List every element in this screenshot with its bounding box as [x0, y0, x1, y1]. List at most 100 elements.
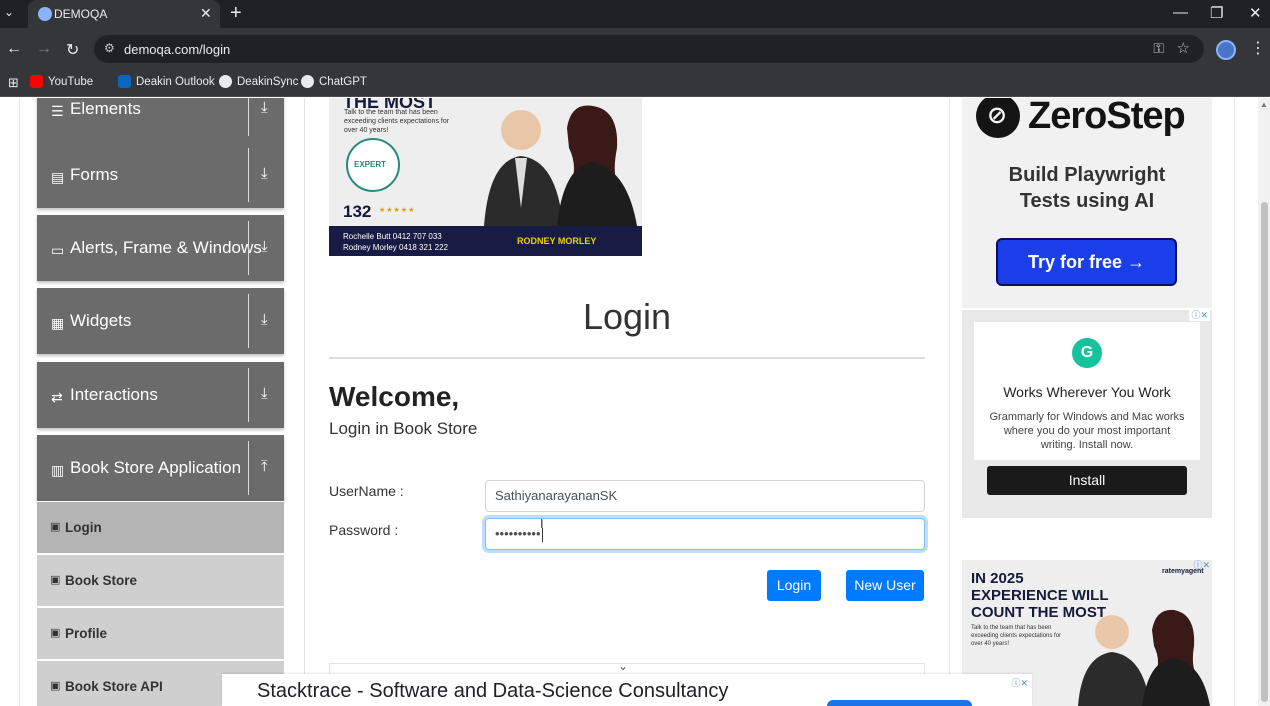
- agents-photo: [1078, 609, 1210, 706]
- browser-tab-strip: ⌄ DEMOQA ✕ + — ❐ ✕: [0, 0, 1270, 28]
- close-tab-icon[interactable]: ✕: [200, 5, 212, 22]
- chevron-down-icon[interactable]: ⌄: [618, 659, 628, 673]
- list-bullet-icon: ▣: [50, 680, 61, 692]
- back-icon[interactable]: ←: [6, 40, 22, 58]
- login-button[interactable]: Login: [767, 570, 821, 601]
- reload-icon[interactable]: ↻: [66, 40, 79, 60]
- restore-icon[interactable]: ❐: [1210, 4, 1223, 22]
- expand-icon[interactable]: ⤓: [261, 385, 268, 402]
- bookmark-label: ChatGPT: [319, 75, 367, 88]
- bookmark-star-icon[interactable]: ☆: [1177, 39, 1190, 57]
- minimize-icon[interactable]: —: [1173, 4, 1188, 21]
- divider: [248, 148, 249, 202]
- password-label: Password :: [329, 522, 399, 538]
- sidebar-group-elements[interactable]: ☰ Elements ⤓: [37, 98, 284, 142]
- close-window-icon[interactable]: ✕: [1249, 4, 1262, 22]
- menu-icon: ☰: [51, 103, 64, 119]
- sidebar-group-widgets[interactable]: ▦ Widgets ⤓: [37, 288, 284, 354]
- zerostep-ad[interactable]: ⊘ ZeroStep Build Playwright Tests using A…: [962, 98, 1212, 308]
- page-scrollbar[interactable]: ▲: [1258, 98, 1270, 706]
- bookmark-chatgpt[interactable]: ChatGPT: [301, 75, 367, 88]
- list-bullet-icon: ▣: [50, 627, 61, 639]
- ad-choices-close-icon[interactable]: ⓘ✕: [1189, 308, 1210, 321]
- site-info-icon[interactable]: ⚙: [104, 41, 118, 55]
- realestate-ad[interactable]: THE MOST Talk to the team that has been …: [329, 98, 642, 256]
- swap-icon: ⇄: [51, 389, 63, 405]
- tagline-line: Build Playwright: [1008, 164, 1166, 186]
- youtube-icon: [30, 75, 43, 88]
- expand-icon[interactable]: ⤓: [261, 99, 268, 116]
- expand-icon[interactable]: ⤓: [261, 165, 268, 182]
- sidebar-group-alerts[interactable]: ▭ Alerts, Frame & Windows ⤓: [37, 215, 284, 281]
- stars-icon: ★★★★★: [379, 207, 416, 214]
- zerostep-logo-icon: ⊘: [976, 98, 1020, 138]
- sidebar-item-login[interactable]: ▣ Login: [37, 501, 284, 553]
- sidebar-group-book-store[interactable]: ▥ Book Store Application ⤒: [37, 435, 284, 501]
- zerostep-tagline: Build Playwright Tests using AI: [962, 162, 1212, 214]
- agents-photo: [484, 105, 637, 226]
- banner-button[interactable]: [827, 700, 972, 706]
- new-user-button[interactable]: New User: [846, 570, 924, 601]
- forward-icon[interactable]: →: [36, 40, 52, 58]
- browser-toolbar: ← → ↻ ⚙ demoqa.com/login ⚿ ☆: [0, 28, 1270, 70]
- divider: [248, 221, 249, 275]
- contact-line: Rochelle Butt 0412 707 033: [343, 232, 442, 241]
- password-input[interactable]: ••••••••••: [485, 518, 925, 550]
- scrollbar-thumb[interactable]: [1261, 202, 1268, 702]
- browser-tab[interactable]: DEMOQA ✕: [28, 0, 220, 28]
- address-bar[interactable]: ⚙ demoqa.com/login ⚿ ☆: [94, 35, 1204, 63]
- expand-icon[interactable]: ⤓: [261, 311, 268, 328]
- group-label: Elements: [70, 99, 141, 118]
- site-favicon-icon: [38, 7, 52, 21]
- grammarly-ad[interactable]: ⓘ✕ G Works Wherever You Work Grammarly f…: [962, 308, 1212, 518]
- group-label: Widgets: [70, 311, 132, 330]
- bookmark-youtube[interactable]: YouTube: [30, 75, 93, 88]
- username-label: UserName :: [329, 483, 404, 499]
- collapse-icon[interactable]: ⤒: [261, 458, 268, 475]
- bookmarks-bar: ⊞ YouTube Deakin Outlook DeakinSync Chat…: [0, 70, 1270, 97]
- apps-grid-icon[interactable]: ⊞: [8, 75, 19, 91]
- expand-icon[interactable]: ⤓: [261, 238, 268, 255]
- deakinsync-icon: [219, 75, 232, 88]
- bookmark-deakinsync[interactable]: DeakinSync: [219, 75, 298, 88]
- sidebar-group-forms[interactable]: ▤ Forms ⤓: [37, 142, 284, 208]
- username-input[interactable]: SathiyanarayananSK: [485, 480, 925, 512]
- sidebar-group-interactions[interactable]: ⇄ Interactions ⤓: [37, 362, 284, 428]
- ad-subtext: Talk to the team that has been exceeding…: [344, 109, 450, 134]
- grammarly-logo-icon: G: [1072, 338, 1102, 368]
- banner-text: Stacktrace - Software and Data-Science C…: [257, 680, 729, 702]
- group-label: Book Store Application: [70, 458, 242, 477]
- list-bullet-icon: ▣: [50, 521, 61, 533]
- divider: [248, 98, 249, 136]
- grammarly-card: G Works Wherever You Work Grammarly for …: [974, 322, 1200, 460]
- new-tab-icon[interactable]: +: [230, 2, 242, 25]
- chatgpt-icon: [301, 75, 314, 88]
- grammarly-title: Works Wherever You Work: [1003, 384, 1171, 400]
- divider: [248, 368, 249, 422]
- tab-title: DEMOQA: [54, 7, 108, 21]
- profile-avatar[interactable]: [1216, 40, 1236, 60]
- bottom-banner-ad[interactable]: Stacktrace - Software and Data-Science C…: [222, 674, 1032, 706]
- install-button[interactable]: Install: [987, 466, 1187, 495]
- bookmark-deakin-outlook[interactable]: Deakin Outlook: [118, 75, 215, 88]
- password-key-icon[interactable]: ⚿: [1153, 40, 1164, 57]
- ad-brand: RODNEY MORLEY: [517, 236, 597, 246]
- tab-search-icon[interactable]: ⌄: [4, 5, 14, 19]
- sidebar-item-book-store[interactable]: ▣ Book Store: [37, 554, 284, 606]
- sidebar-item-label: Book Store: [65, 573, 138, 588]
- ad-choices-close-icon[interactable]: ⓘ✕: [1011, 676, 1028, 689]
- ad-contacts: Rochelle Butt 0412 707 033 Rodney Morley …: [343, 231, 448, 253]
- page-content: ☰ Elements ⤓ ▤ Forms ⤓ ▭ Alerts, Frame &…: [0, 98, 1270, 706]
- scroll-up-icon[interactable]: ▲: [1260, 100, 1268, 109]
- browser-menu-icon[interactable]: ⋮: [1250, 38, 1266, 58]
- books-icon: ▥: [51, 462, 65, 478]
- try-for-free-button[interactable]: Try for free →: [996, 238, 1177, 286]
- list-bullet-icon: ▣: [50, 574, 61, 586]
- group-label: Alerts, Frame & Windows: [70, 238, 262, 257]
- bookmark-label: YouTube: [48, 75, 94, 88]
- group-label: Interactions: [70, 385, 158, 404]
- url-text: demoqa.com/login: [124, 42, 231, 57]
- window-icon: ▭: [51, 242, 65, 258]
- sidebar-item-profile[interactable]: ▣ Profile: [37, 607, 284, 659]
- grid-icon: ▦: [51, 315, 65, 331]
